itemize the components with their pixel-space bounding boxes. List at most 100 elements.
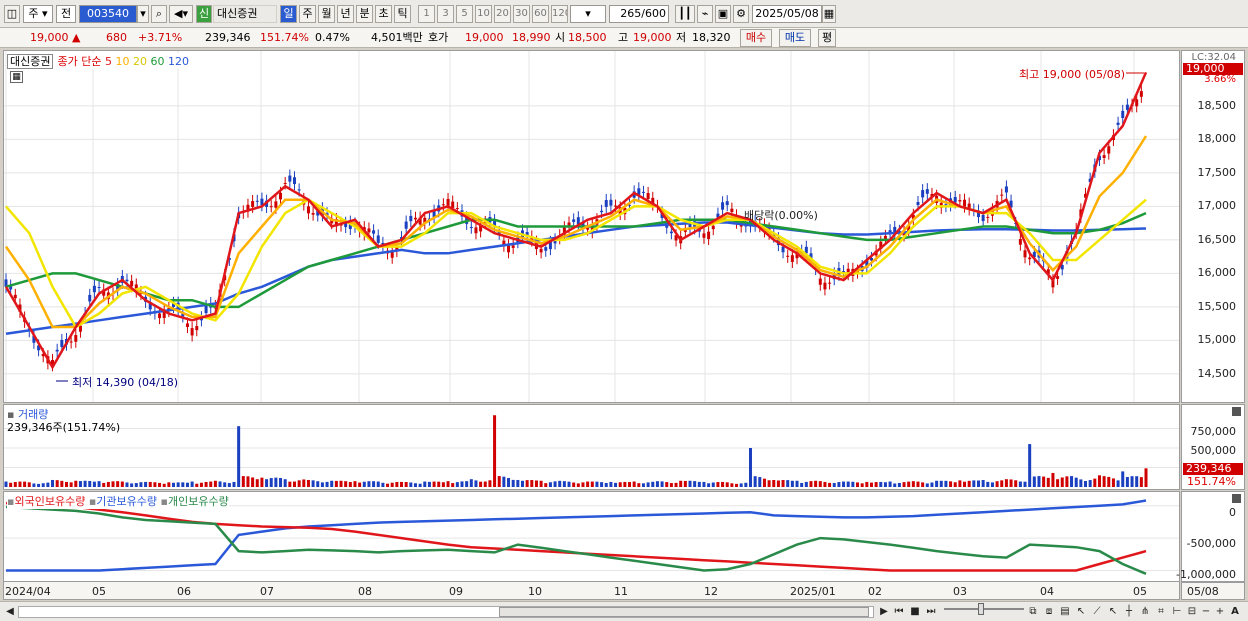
minute-step-120[interactable]: 120 bbox=[551, 5, 568, 23]
timeframe-2[interactable]: 월 bbox=[318, 5, 335, 23]
high-price: 19,000 bbox=[633, 31, 672, 44]
pin-icon[interactable]: ⊢ bbox=[1170, 605, 1184, 619]
timeframe-0[interactable]: 일 bbox=[280, 5, 297, 23]
zoom-out-icon[interactable]: − bbox=[1200, 605, 1212, 619]
legend-foreign[interactable]: 외국인보유수량 bbox=[14, 495, 85, 508]
x-label-3: 07 bbox=[260, 585, 274, 598]
ma-period-5[interactable]: 5 bbox=[105, 55, 112, 68]
zoom-slider-handle[interactable] bbox=[978, 603, 984, 615]
date-input[interactable]: 2025/05/08 bbox=[752, 5, 822, 23]
volume-bar bbox=[930, 482, 934, 487]
gear-icon[interactable]: ⚙ bbox=[733, 5, 749, 23]
timeframe-6[interactable]: 틱 bbox=[394, 5, 411, 23]
save-icon[interactable]: ▣ bbox=[715, 5, 731, 23]
chart-menu-icon[interactable]: ◫ bbox=[4, 5, 20, 23]
volume-bar bbox=[251, 477, 255, 487]
layout-icon[interactable]: ⧉ bbox=[1026, 605, 1040, 619]
scroll-track[interactable] bbox=[18, 606, 874, 618]
auto-scale-icon[interactable]: A bbox=[1228, 605, 1242, 619]
chevron-down-icon[interactable]: ▾ bbox=[137, 5, 149, 23]
minute-step-20[interactable]: 20 bbox=[494, 5, 511, 23]
scroll-thumb[interactable] bbox=[499, 607, 869, 617]
calendar-icon[interactable]: ▦ bbox=[822, 5, 836, 23]
timeframe-3[interactable]: 년 bbox=[337, 5, 354, 23]
volume-bar bbox=[1121, 471, 1125, 487]
forward-icon[interactable]: ⏭ bbox=[924, 605, 938, 619]
volume-bar bbox=[851, 481, 855, 487]
magnet-icon[interactable]: ⋔ bbox=[1138, 605, 1152, 619]
blank-select[interactable]: ▾ bbox=[570, 5, 606, 23]
minute-step-60[interactable]: 60 bbox=[532, 5, 549, 23]
candle-body bbox=[818, 278, 822, 285]
stock-code-input[interactable]: 003540 bbox=[79, 5, 137, 23]
cursor-icon[interactable]: ↖ bbox=[1106, 605, 1120, 619]
minute-step-1[interactable]: 1 bbox=[418, 5, 435, 23]
minute-step-5[interactable]: 5 bbox=[456, 5, 473, 23]
price-legend: 대신증권 종가 단순 5 10 20 60 120 bbox=[7, 53, 189, 69]
volume-bar bbox=[106, 481, 110, 487]
scroll-right-icon[interactable]: ▶ bbox=[878, 605, 890, 619]
volume-bar bbox=[548, 482, 552, 487]
candle-body bbox=[97, 287, 101, 289]
candle-body bbox=[925, 189, 929, 194]
volume-bar bbox=[893, 483, 897, 487]
timeframe-5[interactable]: 초 bbox=[375, 5, 392, 23]
compare-icon[interactable]: ⧈ bbox=[1042, 605, 1056, 619]
volume-bar bbox=[190, 481, 194, 487]
volume-bar bbox=[320, 482, 324, 487]
count-max: /600 bbox=[641, 7, 666, 20]
ma-period-120[interactable]: 120 bbox=[168, 55, 189, 68]
rewind-icon[interactable]: ⏮ bbox=[892, 605, 906, 619]
period-select[interactable]: 주 ▾ bbox=[23, 5, 53, 23]
grid-icon[interactable]: ▤ bbox=[1058, 605, 1072, 619]
table-icon[interactable]: ▦ bbox=[10, 71, 23, 83]
minute-step-3[interactable]: 3 bbox=[437, 5, 454, 23]
candle-type-icon[interactable]: ┃┃ bbox=[675, 5, 695, 23]
average-button[interactable]: 평 bbox=[818, 29, 836, 47]
stock-legend-label[interactable]: 대신증권 bbox=[7, 54, 54, 69]
buy-button[interactable]: 매수 bbox=[740, 29, 772, 47]
minute-step-10[interactable]: 10 bbox=[475, 5, 492, 23]
scroll-left-icon[interactable]: ◀ bbox=[4, 605, 16, 619]
x-label-7: 11 bbox=[614, 585, 628, 598]
legend-institution[interactable]: 기관보유수량 bbox=[96, 495, 157, 508]
volume-bar bbox=[809, 481, 813, 487]
speaker-icon[interactable]: ◀▾ bbox=[169, 5, 193, 23]
badge-new: 신 bbox=[196, 5, 212, 23]
candle-body bbox=[539, 248, 543, 253]
candle-body bbox=[441, 204, 445, 206]
stop-icon[interactable]: ■ bbox=[908, 605, 922, 619]
volume-bar bbox=[604, 482, 608, 487]
crosshair-icon[interactable]: ┼ bbox=[1122, 605, 1136, 619]
ma-period-20[interactable]: 20 bbox=[133, 55, 147, 68]
candle-body bbox=[279, 192, 283, 200]
volume-bar bbox=[172, 482, 176, 487]
ruler-icon[interactable]: ⌗ bbox=[1154, 605, 1168, 619]
panel-close-icon[interactable] bbox=[1232, 494, 1241, 503]
prev-select[interactable]: 전 bbox=[56, 5, 76, 23]
panel-close-icon[interactable] bbox=[1232, 407, 1241, 416]
page-icon[interactable]: ⊟ bbox=[1186, 605, 1198, 619]
minute-step-30[interactable]: 30 bbox=[513, 5, 530, 23]
x-label-12: 04 bbox=[1040, 585, 1054, 598]
legend-individual[interactable]: 개인보유수량 bbox=[168, 495, 229, 508]
volume-bar bbox=[409, 482, 413, 487]
line-type-icon[interactable]: ⌁ bbox=[697, 5, 713, 23]
draw-icon[interactable]: ⟋ bbox=[1090, 605, 1104, 619]
search-icon[interactable]: ⌕ bbox=[151, 5, 167, 23]
candle-body bbox=[511, 245, 515, 248]
candle-body bbox=[921, 190, 925, 198]
timeframe-4[interactable]: 분 bbox=[356, 5, 373, 23]
sell-button[interactable]: 매도 bbox=[779, 29, 811, 47]
arrow-icon[interactable]: ↖ bbox=[1074, 605, 1088, 619]
ma-period-60[interactable]: 60 bbox=[150, 55, 164, 68]
ma-period-10[interactable]: 10 bbox=[115, 55, 129, 68]
count-input[interactable]: 265/600 bbox=[609, 5, 669, 23]
zoom-in-icon[interactable]: + bbox=[1214, 605, 1226, 619]
volume-bar bbox=[437, 481, 441, 487]
volume-bar bbox=[953, 482, 957, 487]
volume-bar bbox=[739, 483, 743, 487]
zoom-slider[interactable] bbox=[944, 603, 1024, 615]
timeframe-1[interactable]: 주 bbox=[299, 5, 316, 23]
volume-bar bbox=[753, 476, 757, 487]
